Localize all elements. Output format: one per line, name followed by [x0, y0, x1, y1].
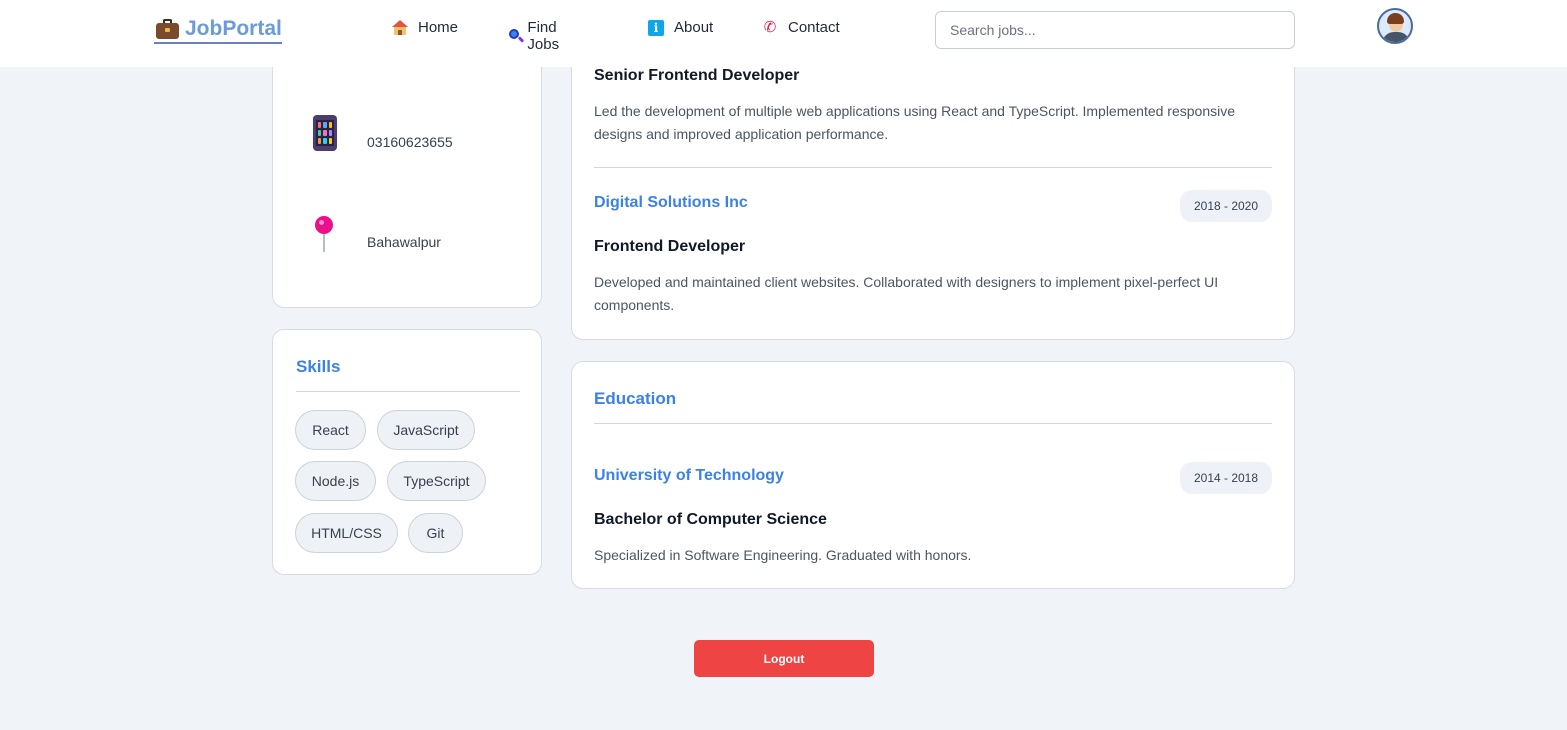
job-title: Senior Frontend Developer — [594, 67, 800, 84]
nav-about[interactable]: i About — [648, 19, 713, 36]
skill-tag[interactable]: Git — [408, 513, 463, 553]
nav-home-label: Home — [418, 19, 459, 36]
skill-tag[interactable]: HTML/CSS — [295, 513, 398, 553]
nav-home[interactable]: Home — [392, 19, 458, 36]
experience-card: Senior Frontend Developer Led the develo… — [571, 40, 1295, 340]
job-description: Developed and maintained client websites… — [594, 274, 1219, 313]
search-input[interactable] — [935, 11, 1295, 49]
job-title: Frontend Developer — [594, 238, 746, 255]
company-name: Digital Solutions Inc — [594, 194, 748, 211]
mobile-phone-icon — [313, 115, 337, 151]
info-icon: i — [648, 19, 664, 36]
skill-tag[interactable]: TypeScript — [387, 461, 486, 501]
contact-location-row: Bahawalpur — [313, 216, 441, 254]
skill-tag[interactable]: React — [295, 410, 366, 450]
date-badge: 2018 - 2020 — [1180, 190, 1272, 222]
institution-name: University of Technology — [594, 467, 784, 484]
nav-contact-label: Contact — [788, 19, 840, 36]
top-navbar: JobPortal Home Find Jobs i About ✆ Conta… — [0, 0, 1567, 67]
job-description: Led the development of multiple web appl… — [594, 103, 1236, 142]
nav-about-label: About — [674, 19, 714, 36]
nav-contact[interactable]: ✆ Contact — [762, 19, 840, 36]
brand-logo[interactable]: JobPortal — [154, 16, 282, 44]
date-badge: 2014 - 2018 — [1180, 462, 1272, 494]
briefcase-icon — [154, 18, 180, 40]
skills-title: Skills — [296, 357, 341, 376]
phone-number: 03160623655 — [367, 134, 453, 150]
phone-icon: ✆ — [763, 18, 777, 36]
education-description: Specialized in Software Engineering. Gra… — [594, 547, 972, 563]
contact-card: 03160623655 Bahawalpur — [272, 40, 542, 308]
education-title: Education — [594, 389, 677, 408]
logout-button[interactable]: Logout — [694, 640, 874, 677]
location-text: Bahawalpur — [367, 234, 441, 250]
degree-title: Bachelor of Computer Science — [594, 511, 827, 528]
search-icon — [508, 28, 525, 44]
brand-name: JobPortal — [185, 17, 282, 40]
skills-card: Skills React JavaScript Node.js TypeScri… — [272, 329, 542, 575]
skill-tag[interactable]: JavaScript — [377, 410, 475, 450]
pushpin-icon — [313, 216, 335, 254]
nav-find-jobs[interactable]: Find Jobs — [508, 19, 566, 53]
nav-find-jobs-label: Find Jobs — [527, 19, 560, 53]
experience-divider — [594, 167, 1272, 168]
education-card: Education University of Technology 2014 … — [571, 361, 1295, 589]
skill-tag[interactable]: Node.js — [295, 461, 376, 501]
contact-phone-row: 03160623655 — [313, 115, 453, 151]
education-divider — [594, 423, 1272, 424]
house-icon — [392, 19, 408, 36]
user-avatar[interactable] — [1377, 8, 1413, 44]
skills-divider — [296, 391, 520, 392]
